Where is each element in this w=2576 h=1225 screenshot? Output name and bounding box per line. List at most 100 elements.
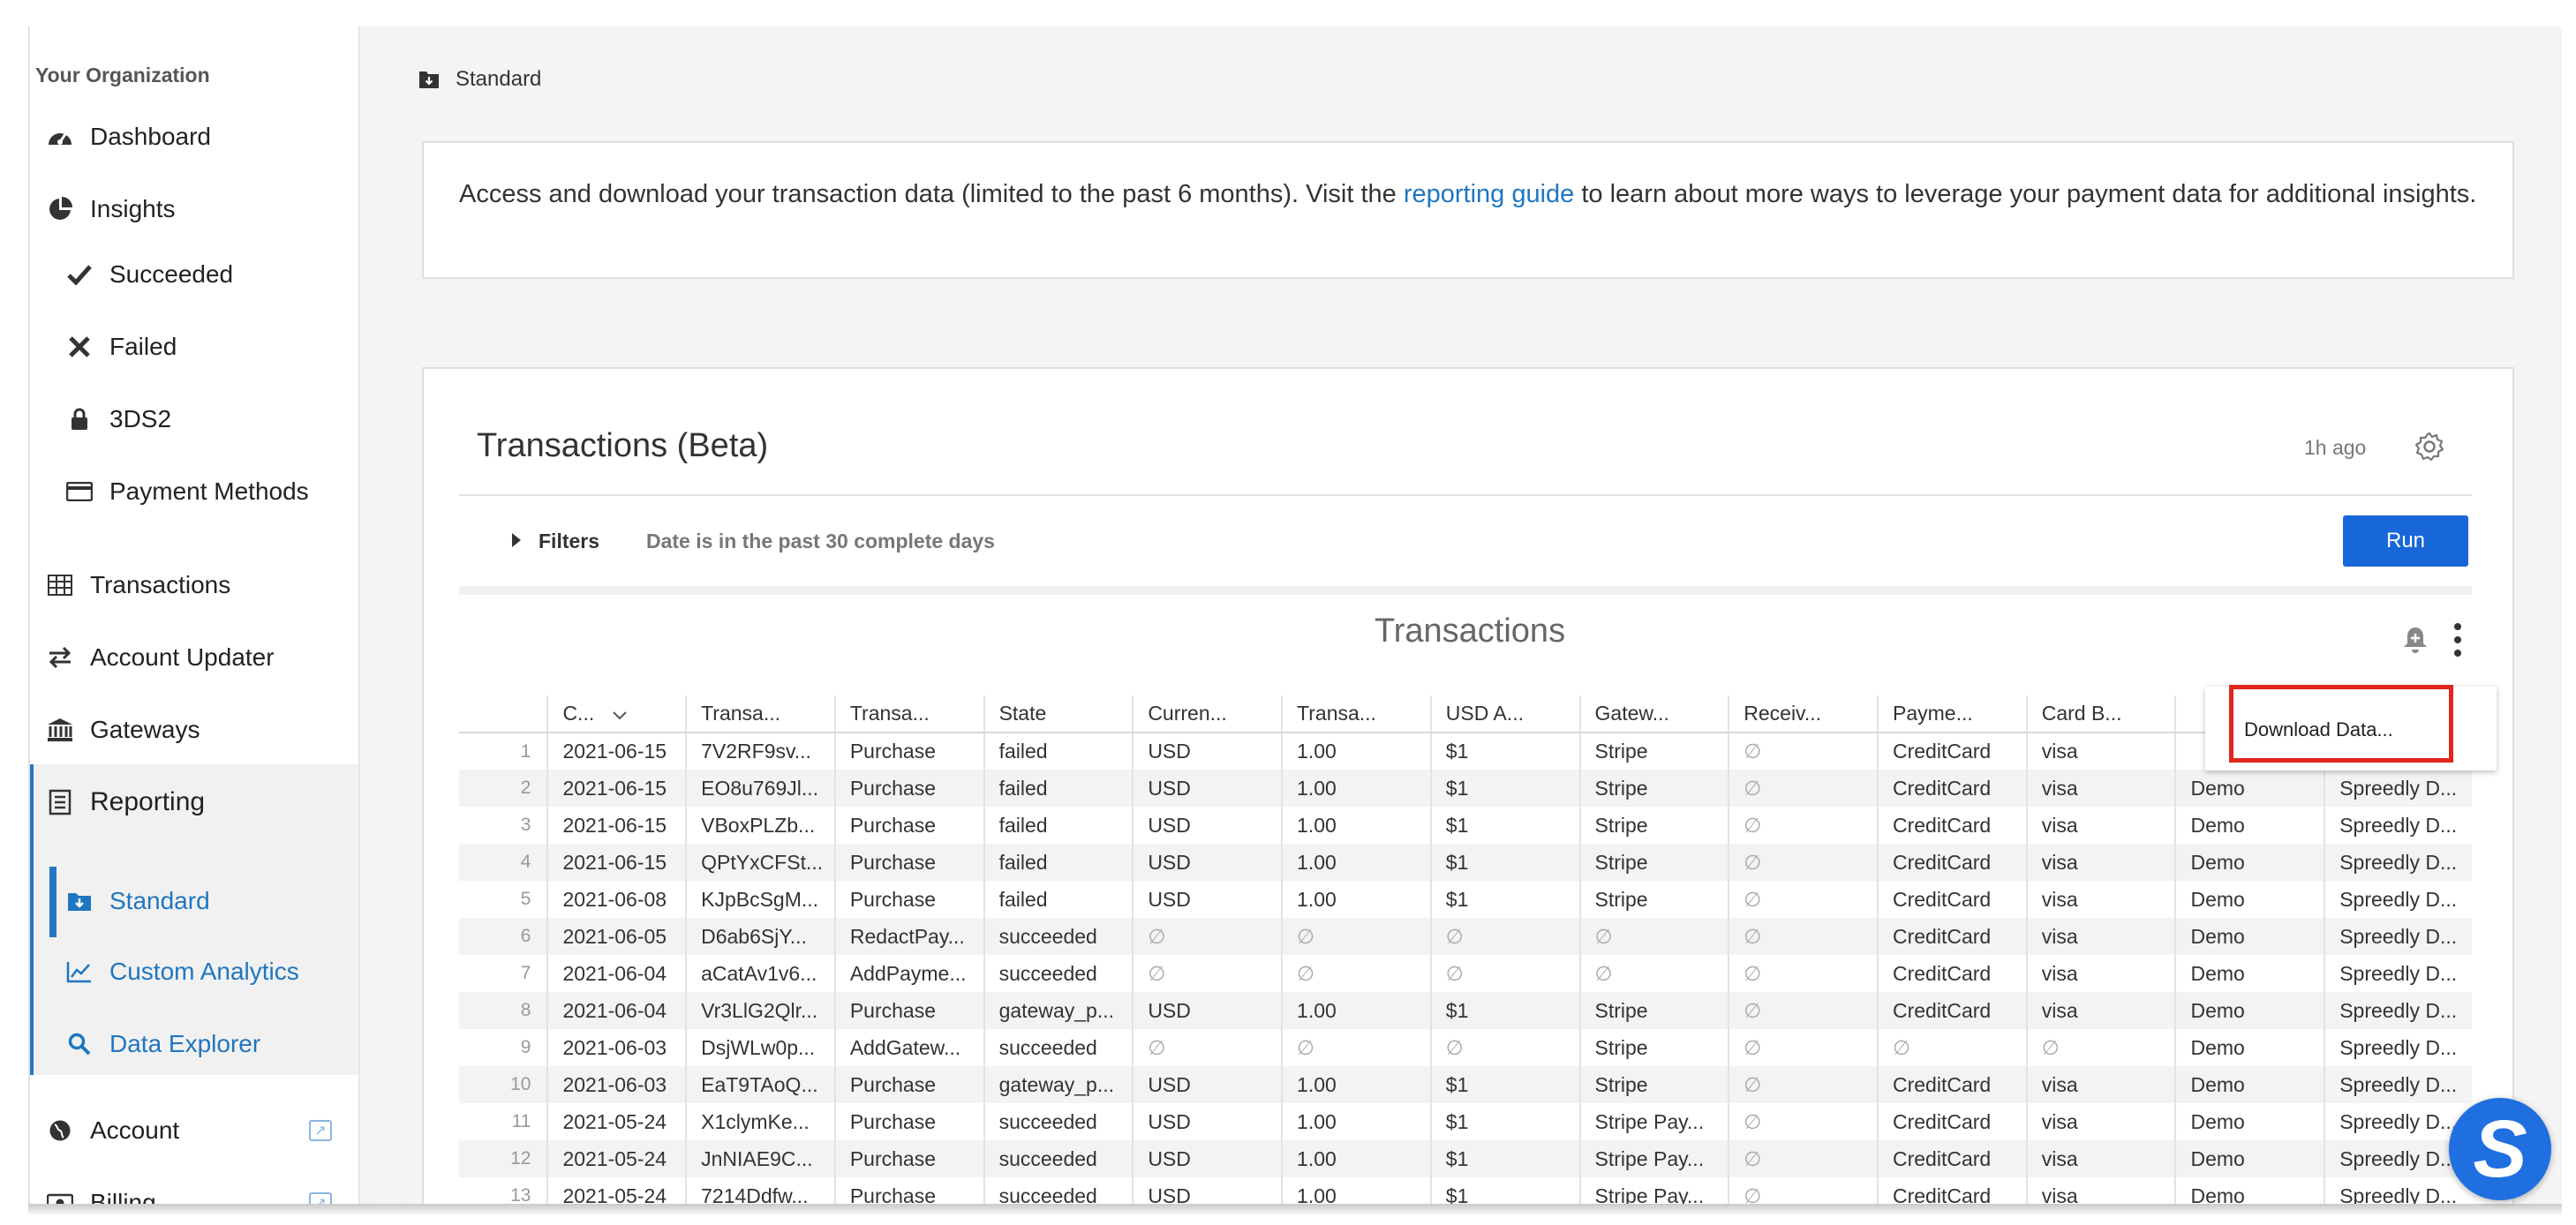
sidebar-item-3ds2[interactable]: 3DS2 [30, 387, 358, 452]
table-cell: CreditCard [1876, 770, 2027, 807]
table-row[interactable]: 9 2021-06-03 DsjWLw0p... AddGatew... succeed… [459, 1029, 2472, 1066]
table-row[interactable]: 5 2021-06-08 KJpBcSgM... Purchase failed USD 1… [459, 881, 2472, 918]
column-header[interactable]: Card B... [2025, 695, 2176, 733]
table-cell: 2021-06-05 [546, 918, 687, 955]
table-row[interactable]: 3 2021-06-15 VBoxPLZb... Purchase failed USD 1… [459, 807, 2472, 844]
checkmark-icon [65, 260, 94, 289]
table-cell: 1.00 [1281, 807, 1431, 844]
table-cell: ∅ [1132, 918, 1283, 955]
table-cell: Purchase [833, 844, 984, 881]
table-row[interactable]: 12 2021-05-24 JnNIAE9C... Purchase succeeded… [459, 1140, 2472, 1177]
table-cell: 2021-06-15 [546, 733, 687, 770]
table-cell: failed [983, 844, 1134, 881]
table-cell: $1 [1429, 807, 1580, 844]
table-cell: failed [983, 733, 1134, 770]
app-window: Your Organization Dashboard Insights Suc… [28, 26, 2562, 1213]
table-cell: QPtYxCFSt... [685, 844, 835, 881]
table-cell: $1 [1429, 770, 1580, 807]
table-cell: ∅ [1281, 918, 1431, 955]
table-cell: Stripe [1578, 770, 1729, 807]
sidebar-item-transactions[interactable]: Transactions [30, 552, 358, 618]
column-header[interactable]: USD A... [1429, 695, 1580, 733]
table-row[interactable]: 8 2021-06-04 Vr3LlG2Qlr... Purchase gateway_… [459, 992, 2472, 1029]
table-cell: 1.00 [1281, 733, 1431, 770]
table-cell: 2021-06-03 [546, 1029, 687, 1066]
table-cell: Stripe [1578, 881, 1729, 918]
sidebar-item-failed[interactable]: Failed [30, 314, 358, 380]
row-number: 12 [459, 1140, 548, 1177]
alert-bell-icon[interactable] [2401, 625, 2429, 655]
sidebar-item-gateways[interactable]: Gateways [30, 697, 358, 763]
table-cell: aCatAv1v6... [685, 955, 835, 992]
table-row[interactable]: 4 2021-06-15 QPtYxCFSt... Purchase failed USD… [459, 844, 2472, 881]
row-number: 2 [459, 770, 548, 807]
sidebar: Your Organization Dashboard Insights Suc… [30, 26, 360, 1213]
column-header[interactable]: Transa... [685, 695, 835, 733]
chat-widget-button[interactable]: S [2449, 1098, 2551, 1200]
table-cell: visa [2025, 770, 2176, 807]
table-cell: Demo [2174, 918, 2325, 955]
expand-triangle-icon[interactable] [512, 533, 521, 547]
table-cell: Stripe [1578, 1029, 1729, 1066]
table-cell: Purchase [833, 807, 984, 844]
table-cell: visa [2025, 1066, 2176, 1103]
table-cell: Spreedly D... [2324, 807, 2472, 844]
table-row[interactable]: 10 2021-06-03 EaT9TAoQ... Purchase gateway_p… [459, 1066, 2472, 1103]
search-icon [65, 1030, 94, 1058]
filters-toggle[interactable]: Filters [539, 530, 599, 553]
table-cell: CreditCard [1876, 807, 2027, 844]
sidebar-item-insights[interactable]: Insights [30, 177, 358, 242]
row-number-header [459, 695, 548, 733]
column-header[interactable]: State [983, 695, 1134, 733]
table-cell: ∅ [1728, 1029, 1878, 1066]
column-header-sorted[interactable]: C... [546, 695, 687, 733]
table-cell: ∅ [1728, 733, 1878, 770]
sidebar-item-data-explorer[interactable]: Data Explorer [30, 1011, 358, 1077]
table-cell: USD [1132, 733, 1283, 770]
run-button[interactable]: Run [2343, 515, 2468, 567]
gear-icon[interactable] [2414, 431, 2445, 462]
table-cell: Demo [2174, 1066, 2325, 1103]
table-cell: ∅ [1728, 1140, 1878, 1177]
column-header[interactable]: Gatew... [1578, 695, 1729, 733]
sidebar-item-label: Succeeded [109, 260, 234, 288]
sidebar-item-account-updater[interactable]: Account Updater [30, 625, 358, 690]
sidebar-item-standard[interactable]: Standard [30, 868, 358, 934]
more-options-icon[interactable] [2452, 623, 2463, 657]
table-cell: 1.00 [1281, 1066, 1431, 1103]
table-cell: Spreedly D... [2324, 881, 2472, 918]
column-header[interactable]: Transa... [1281, 695, 1431, 733]
table-cell: Spreedly D... [2324, 992, 2472, 1029]
table-cell: ∅ [1578, 918, 1729, 955]
table-cell: EaT9TAoQ... [685, 1066, 835, 1103]
sidebar-item-label: Failed [109, 333, 177, 360]
table-cell: Demo [2174, 807, 2325, 844]
table-cell: Purchase [833, 992, 984, 1029]
transactions-table: C... Transa... Transa... State Curren...… [459, 695, 2472, 1213]
sidebar-item-reporting[interactable]: Reporting [30, 770, 358, 835]
table-cell: $1 [1429, 733, 1580, 770]
table-cell: ∅ [1728, 807, 1878, 844]
column-header[interactable]: Payme... [1876, 695, 2027, 733]
sidebar-item-custom-analytics[interactable]: Custom Analytics [30, 939, 358, 1004]
sidebar-item-succeeded[interactable]: Succeeded [30, 242, 358, 307]
external-link-icon[interactable]: ↗ [309, 1120, 332, 1141]
column-header[interactable]: Receiv... [1728, 695, 1878, 733]
sidebar-item-dashboard[interactable]: Dashboard [30, 104, 358, 169]
sidebar-item-payment-methods[interactable]: Payment Methods [30, 459, 358, 524]
table-cell: Purchase [833, 1140, 984, 1177]
table-cell: Vr3LlG2Qlr... [685, 992, 835, 1029]
reporting-guide-link[interactable]: reporting guide [1404, 180, 1574, 208]
table-row[interactable]: 2 2021-06-15 EO8u769Jl... Purchase failed USD… [459, 770, 2472, 807]
table-row[interactable]: 1 2021-06-15 7V2RF9sv... Purchase failed USD 1… [459, 733, 2472, 770]
table-cell: 2021-06-15 [546, 770, 687, 807]
table-cell: visa [2025, 955, 2176, 992]
table-row[interactable]: 7 2021-06-04 aCatAv1v6... AddPayme... succee… [459, 955, 2472, 992]
info-text: Access and download your transaction dat… [459, 180, 1404, 208]
sidebar-item-account[interactable]: Account ↗ [30, 1098, 358, 1163]
table-row[interactable]: 11 2021-05-24 X1clymKe... Purchase succeeded… [459, 1103, 2472, 1140]
table-row[interactable]: 6 2021-06-05 D6ab6SjY... RedactPay... succee… [459, 918, 2472, 955]
column-header[interactable]: Transa... [833, 695, 984, 733]
table-cell: 1.00 [1281, 1103, 1431, 1140]
column-header[interactable]: Curren... [1132, 695, 1283, 733]
